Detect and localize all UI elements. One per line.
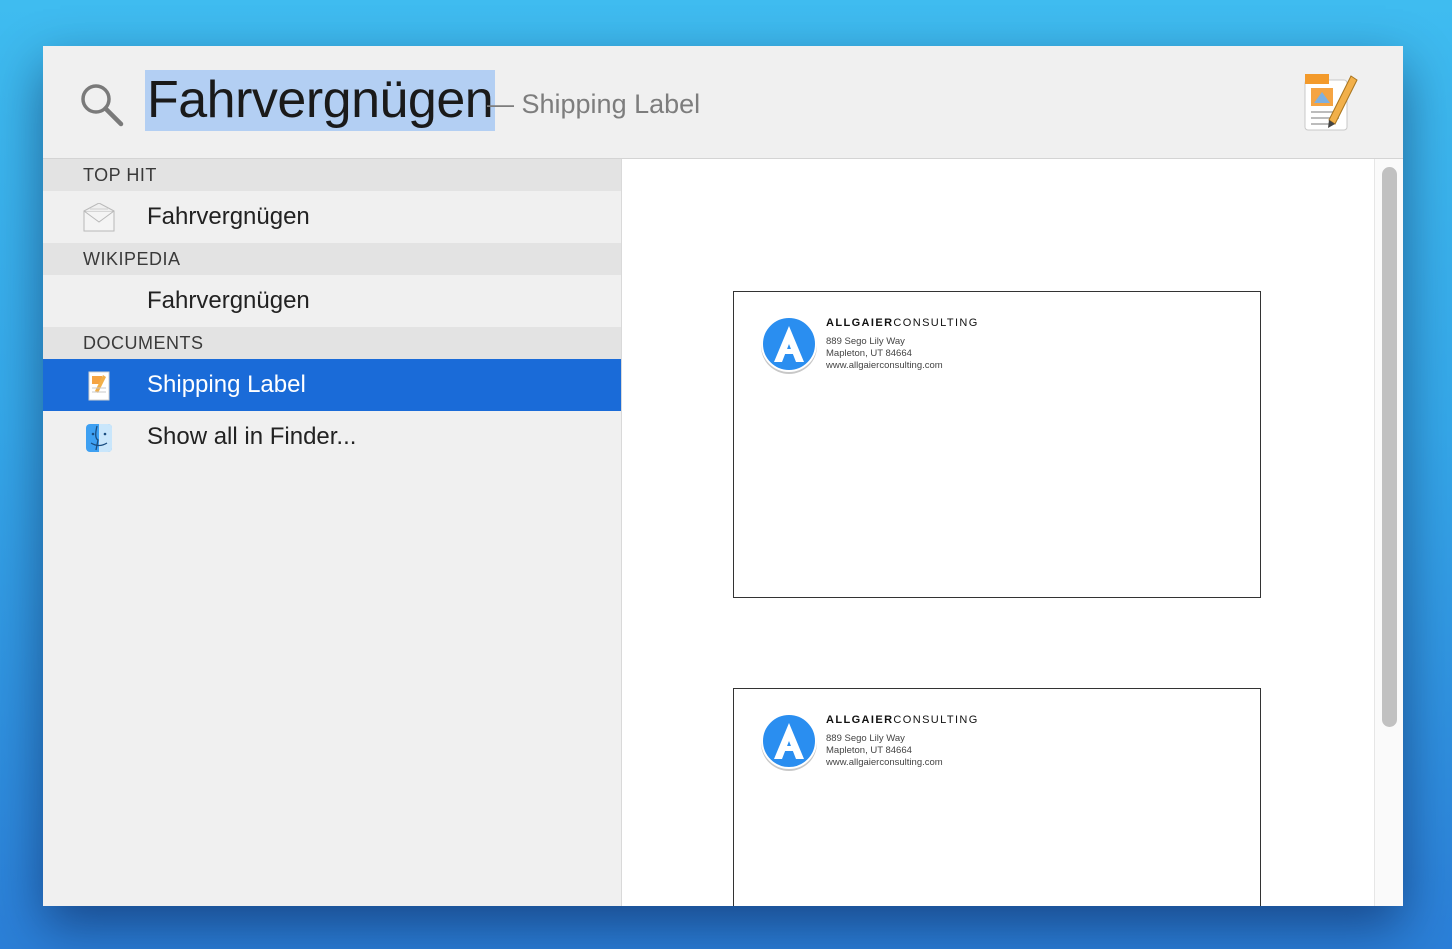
result-label: Show all in Finder... — [147, 423, 357, 450]
section-header-wikipedia: WIKIPEDIA — [43, 243, 621, 275]
address-line: Mapleton, UT 84664 — [826, 745, 912, 756]
section-header-top-hit: TOP HIT — [43, 159, 621, 191]
search-input[interactable]: Fahrvergnügen — [145, 70, 496, 131]
address-line: 889 Sego Lily Way — [826, 733, 905, 744]
pages-document-icon — [88, 371, 110, 401]
company-logo-icon — [761, 713, 817, 771]
result-item-wikipedia[interactable]: Fahrvergnügen — [43, 275, 621, 327]
search-bar[interactable]: Fahrvergnügen — Shipping Label — [43, 46, 1403, 159]
address-line: 889 Sego Lily Way — [826, 336, 905, 347]
address-line: Mapleton, UT 84664 — [826, 348, 912, 359]
company-name: ALLGAIERCONSULTING — [826, 714, 979, 726]
result-label: Shipping Label — [147, 371, 306, 398]
document-preview: ALLGAIERCONSULTING 889 Sego Lily Way Map… — [622, 159, 1374, 906]
result-label: Fahrvergnügen — [147, 287, 310, 314]
results-sidebar: TOP HIT Fahrvergnügen WIKIPEDIA Fahrverg… — [43, 159, 622, 906]
result-item-shipping-label[interactable]: Shipping Label — [43, 359, 621, 411]
search-completion-hint: — Shipping Label — [487, 89, 701, 119]
company-logo-icon — [761, 316, 817, 374]
shipping-label-card: ALLGAIERCONSULTING 889 Sego Lily Way Map… — [733, 291, 1261, 598]
preview-scrollbar[interactable] — [1374, 159, 1403, 906]
result-item-top-hit[interactable]: Fahrvergnügen — [43, 191, 621, 243]
company-name: ALLGAIERCONSULTING — [826, 317, 979, 329]
scrollbar-thumb[interactable] — [1382, 167, 1397, 727]
show-all-in-finder[interactable]: Show all in Finder... — [43, 411, 621, 463]
finder-icon — [86, 424, 112, 452]
website: www.allgaierconsulting.com — [826, 757, 943, 768]
spotlight-window: Fahrvergnügen — Shipping Label TOP HIT F… — [43, 46, 1403, 906]
pages-icon — [1304, 74, 1358, 131]
result-label: Fahrvergnügen — [147, 203, 310, 230]
shipping-label-card: ALLGAIERCONSULTING 889 Sego Lily Way Map… — [733, 688, 1261, 906]
section-header-documents: DOCUMENTS — [43, 327, 621, 359]
website: www.allgaierconsulting.com — [826, 360, 943, 371]
search-icon — [81, 84, 124, 127]
envelope-icon — [83, 203, 115, 232]
